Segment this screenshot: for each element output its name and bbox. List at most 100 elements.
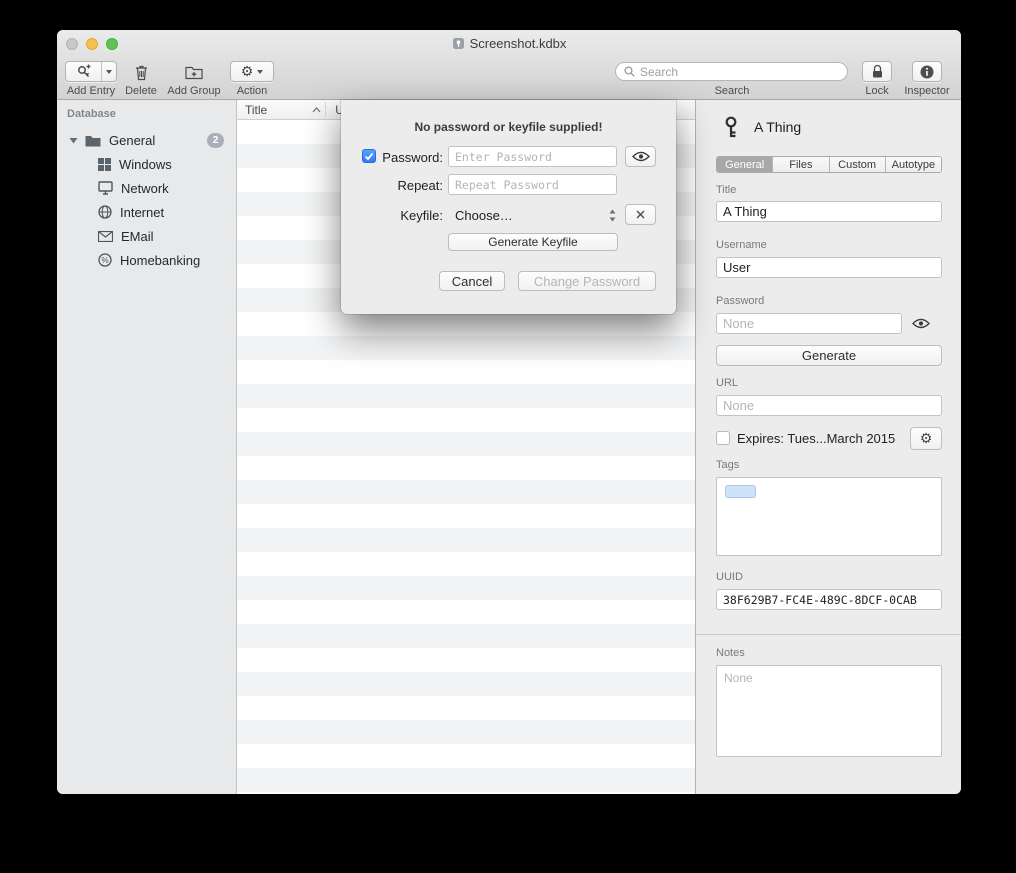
generate-label: Generate [802,348,856,363]
popup-stepper-icon [609,209,616,222]
eye-icon[interactable] [912,318,930,329]
tags-box[interactable] [716,477,942,556]
change-password-dialog: No password or keyfile supplied! Passwor… [341,100,676,314]
folder-plus-icon [185,64,203,80]
close-x-icon [636,210,645,219]
sidebar-item-network[interactable]: Network [57,176,237,200]
inspector-panel: A Thing General Files Custom Autotype Ti… [695,100,961,794]
eye-icon [632,151,650,162]
entry-title: A Thing [754,119,801,135]
toolbar: Add Entry Delete Add Group ⚙ Action [57,57,961,100]
search-label: Search [702,85,762,97]
clear-keyfile-button[interactable] [625,204,656,225]
sidebar-item-general[interactable]: General 2 [57,128,237,152]
username-field[interactable] [716,257,942,278]
expires-checkbox[interactable] [716,431,730,445]
document-lock-icon [452,37,465,50]
dialog-repeat-label: Repeat: [371,178,443,193]
tag-chip[interactable] [725,485,756,498]
sidebar-item-label: Homebanking [120,253,200,268]
inspector-label: Inspector [900,85,954,97]
sidebar-item-label: Internet [120,205,164,220]
search-icon [624,66,635,77]
window-title: Screenshot.kdbx [470,36,567,51]
svg-text:%: % [101,256,108,265]
sidebar-header: Database [67,108,116,120]
url-label: URL [716,377,738,389]
folder-icon [85,134,101,147]
sidebar-item-windows[interactable]: Windows [57,152,237,176]
expires-label: Expires: Tues...March 2015 [737,431,895,446]
dialog-message: No password or keyfile supplied! [341,120,676,134]
add-group-button[interactable] [184,62,204,82]
generate-keyfile-button[interactable]: Generate Keyfile [448,233,618,251]
password-field[interactable] [716,313,902,334]
change-password-button[interactable]: Change Password [518,271,656,291]
lock-button[interactable] [862,61,892,82]
inspector-tabs: General Files Custom Autotype [716,156,942,173]
add-entry-label: Add Entry [60,85,122,97]
column-divider[interactable] [325,102,326,117]
entry-count-badge: 2 [207,133,224,148]
inspector-button[interactable] [912,61,942,82]
info-circle-icon [919,64,935,80]
sidebar-item-homebanking[interactable]: % Homebanking [57,248,237,272]
password-label: Password [716,295,764,307]
app-window: Screenshot.kdbx Add Entry Delete [57,30,961,794]
keyfile-popup[interactable]: Choose… [448,205,620,226]
key-plus-icon [66,62,101,81]
chevron-down-icon [257,70,263,74]
sidebar-item-label: EMail [121,229,154,244]
dialog-repeat-field[interactable] [448,174,617,195]
search-field[interactable] [615,62,848,81]
generate-keyfile-label: Generate Keyfile [488,235,577,249]
windows-icon [98,158,111,171]
sidebar-item-internet[interactable]: Internet [57,200,237,224]
show-password-button[interactable] [625,146,656,167]
tab-custom[interactable]: Custom [830,157,886,172]
cancel-button[interactable]: Cancel [439,271,505,291]
notes-label: Notes [716,647,745,659]
section-divider [696,634,961,635]
change-password-label: Change Password [534,274,640,289]
search-input[interactable] [640,65,839,79]
url-field[interactable] [716,395,942,416]
uuid-field[interactable] [716,589,942,610]
tab-autotype[interactable]: Autotype [886,157,941,172]
disclosure-triangle-icon[interactable] [69,137,78,144]
title-field[interactable] [716,201,942,222]
delete-button[interactable] [131,62,151,82]
lock-icon [871,64,884,79]
notes-field[interactable]: None [716,665,942,757]
gear-icon: ⚙ [920,432,933,446]
sidebar-item-label: Windows [119,157,172,172]
sidebar-item-label: General [109,133,155,148]
window-chrome: Screenshot.kdbx Add Entry Delete [57,30,961,100]
delete-label: Delete [121,85,161,97]
notes-placeholder: None [724,671,753,685]
column-title[interactable]: Title [245,103,267,117]
trash-icon [134,64,149,81]
title-label: Title [716,184,736,196]
generate-button[interactable]: Generate [716,345,942,366]
titlebar: Screenshot.kdbx [57,30,961,57]
tab-general[interactable]: General [717,157,773,172]
dialog-password-field[interactable] [448,146,617,167]
add-entry-button[interactable] [65,61,117,82]
action-label: Action [230,85,274,97]
action-button[interactable]: ⚙ [230,61,274,82]
globe-icon [98,205,112,219]
sidebar-item-label: Network [121,181,169,196]
dialog-password-label: Password: [371,150,443,165]
add-entry-dropdown[interactable] [101,62,116,81]
dialog-keyfile-label: Keyfile: [371,208,443,223]
add-group-label: Add Group [165,85,223,97]
envelope-icon [98,231,113,242]
expires-settings-button[interactable]: ⚙ [910,427,942,450]
tags-label: Tags [716,459,739,471]
sidebar-item-email[interactable]: EMail [57,224,237,248]
key-icon [721,116,741,139]
sort-ascending-icon [312,107,321,113]
monitor-icon [98,181,113,195]
tab-files[interactable]: Files [773,157,829,172]
